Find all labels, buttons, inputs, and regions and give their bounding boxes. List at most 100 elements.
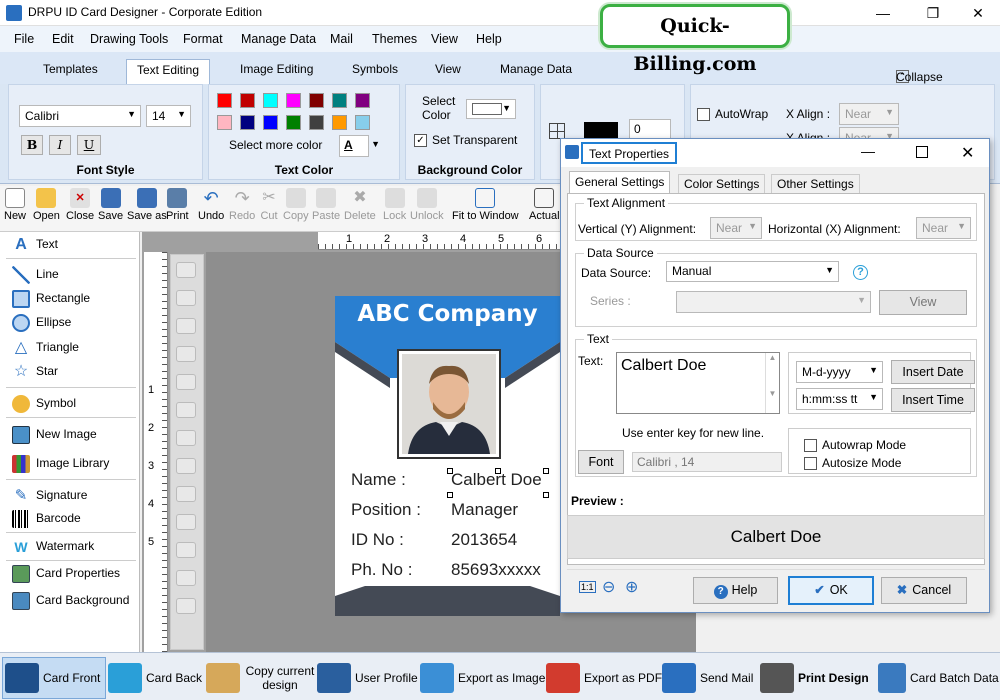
color-swatch[interactable]: [286, 93, 301, 108]
align-tool-icon[interactable]: [176, 374, 196, 390]
color-swatch[interactable]: [263, 93, 278, 108]
menu-drawing-tools[interactable]: Drawing Tools: [90, 32, 168, 46]
align-tool-icon[interactable]: [176, 402, 196, 418]
menu-help[interactable]: Help: [476, 32, 502, 46]
color-swatch[interactable]: [240, 115, 255, 130]
help-button[interactable]: ? Help: [693, 577, 778, 604]
dialog-tab-general[interactable]: General Settings: [569, 171, 671, 193]
text-area[interactable]: Calbert Doe ▲ ▼: [616, 352, 780, 414]
paste-button[interactable]: Paste: [312, 188, 340, 222]
minimize-button[interactable]: —: [860, 0, 906, 26]
redo-button[interactable]: ↷ Redo: [229, 188, 255, 222]
color-swatch[interactable]: [332, 115, 347, 130]
dialog-close-button[interactable]: ✕: [961, 143, 974, 163]
tab-manage-data[interactable]: Manage Data: [500, 62, 572, 76]
print-button[interactable]: Print: [166, 188, 189, 222]
align-tool-icon[interactable]: [176, 598, 196, 614]
align-tool-icon[interactable]: [176, 486, 196, 502]
dialog-minimize-button[interactable]: —: [861, 143, 875, 159]
tool-new-image[interactable]: New Image: [12, 424, 97, 444]
zoom-in-icon[interactable]: ⊕: [625, 577, 638, 597]
font-button[interactable]: Font: [578, 450, 624, 474]
select-more-color[interactable]: Select more color: [229, 138, 322, 152]
color-swatch[interactable]: [355, 93, 370, 108]
color-swatch[interactable]: [263, 115, 278, 130]
font-family-select[interactable]: Calibri ▼: [19, 105, 141, 127]
tab-image-editing[interactable]: Image Editing: [240, 62, 313, 76]
color-swatch[interactable]: [217, 115, 232, 130]
close-file-button[interactable]: ✕ Close: [66, 188, 94, 222]
card-field-label[interactable]: ID No :: [351, 530, 404, 550]
id-card[interactable]: ABC Company Name : Calbert Doe Position : M…: [335, 296, 560, 616]
card-field-value[interactable]: Calbert Doe: [451, 470, 542, 490]
tool-barcode[interactable]: Barcode: [12, 508, 81, 528]
color-swatch[interactable]: [355, 115, 370, 130]
menu-mail[interactable]: Mail: [330, 32, 353, 46]
color-swatch[interactable]: [309, 93, 324, 108]
maximize-button[interactable]: ❐: [910, 0, 956, 26]
undo-button[interactable]: ↶ Undo: [198, 188, 224, 222]
copy-design-button[interactable]: Copy current design: [206, 661, 316, 695]
tool-star[interactable]: ☆ Star: [12, 361, 58, 381]
zoom-out-icon[interactable]: ⊖: [602, 577, 615, 597]
help-circle-icon[interactable]: ?: [853, 265, 868, 280]
align-tool-icon[interactable]: [176, 318, 196, 334]
tool-watermark[interactable]: W Watermark: [12, 536, 94, 556]
card-field-label[interactable]: Ph. No :: [351, 560, 412, 580]
copy-button[interactable]: Copy: [283, 188, 309, 222]
print-design-button[interactable]: Print Design: [760, 661, 869, 695]
color-swatch[interactable]: [309, 115, 324, 130]
card-field-value[interactable]: Manager: [451, 500, 518, 520]
actual-size-button[interactable]: Actual: [529, 188, 560, 222]
border-color-swatch[interactable]: [584, 122, 618, 138]
align-tool-icon[interactable]: [176, 514, 196, 530]
cancel-button[interactable]: ✖ Cancel: [881, 577, 967, 604]
close-button[interactable]: ✕: [955, 0, 1000, 26]
dialog-tab-color[interactable]: Color Settings: [678, 174, 766, 193]
card-field-value[interactable]: 2013654: [451, 530, 517, 550]
card-field-label[interactable]: Name :: [351, 470, 406, 490]
employee-photo[interactable]: [397, 349, 501, 459]
x-align-select[interactable]: Near ▼: [839, 103, 899, 125]
color-swatch[interactable]: [240, 93, 255, 108]
insert-date-button[interactable]: Insert Date: [891, 360, 975, 384]
autowrap-mode-checkbox[interactable]: Autowrap Mode: [804, 438, 906, 453]
tab-symbols[interactable]: Symbols: [352, 62, 398, 76]
color-swatch[interactable]: [286, 115, 301, 130]
align-tool-icon[interactable]: [176, 570, 196, 586]
unlock-button[interactable]: Unlock: [410, 188, 444, 222]
align-tool-icon[interactable]: [176, 542, 196, 558]
data-source-select[interactable]: Manual ▼: [666, 261, 839, 282]
underline-button[interactable]: U: [77, 135, 101, 155]
autosize-mode-checkbox[interactable]: Autosize Mode: [804, 456, 901, 471]
open-button[interactable]: Open: [33, 188, 60, 222]
set-transparent-checkbox[interactable]: ✓ Set Transparent: [414, 133, 517, 148]
dialog-maximize-button[interactable]: [916, 146, 928, 158]
tool-triangle[interactable]: △ Triangle: [12, 337, 79, 357]
card-field-value[interactable]: 85693xxxxx: [451, 560, 541, 580]
menu-manage-data[interactable]: Manage Data: [241, 32, 316, 46]
tool-ellipse[interactable]: Ellipse: [12, 312, 71, 332]
tool-card-properties[interactable]: Card Properties: [12, 563, 120, 583]
tab-text-editing[interactable]: Text Editing: [126, 59, 211, 84]
align-tool-icon[interactable]: [176, 346, 196, 362]
tool-symbol[interactable]: Symbol: [12, 393, 76, 413]
italic-button[interactable]: I: [49, 135, 71, 155]
card-batch-data-button[interactable]: Card Batch Data: [878, 661, 999, 695]
new-button[interactable]: New: [4, 188, 26, 222]
send-mail-button[interactable]: Send Mail: [662, 661, 753, 695]
dialog-tab-other[interactable]: Other Settings: [771, 174, 860, 193]
card-back-button[interactable]: Card Back: [108, 661, 202, 695]
ok-button[interactable]: ✔ OK: [788, 576, 874, 605]
series-select[interactable]: ▼: [676, 291, 871, 313]
autowrap-checkbox[interactable]: AutoWrap: [697, 107, 768, 122]
menu-themes[interactable]: Themes: [372, 32, 417, 46]
card-field-label[interactable]: Position :: [351, 500, 421, 520]
tool-card-background[interactable]: Card Background: [12, 590, 129, 610]
save-as-button[interactable]: Save as: [127, 188, 167, 222]
align-tool-icon[interactable]: [176, 262, 196, 278]
lock-button[interactable]: Lock: [383, 188, 406, 222]
color-swatch[interactable]: [332, 93, 347, 108]
bold-button[interactable]: B: [21, 135, 43, 155]
delete-button[interactable]: ✖ Delete: [344, 188, 376, 222]
